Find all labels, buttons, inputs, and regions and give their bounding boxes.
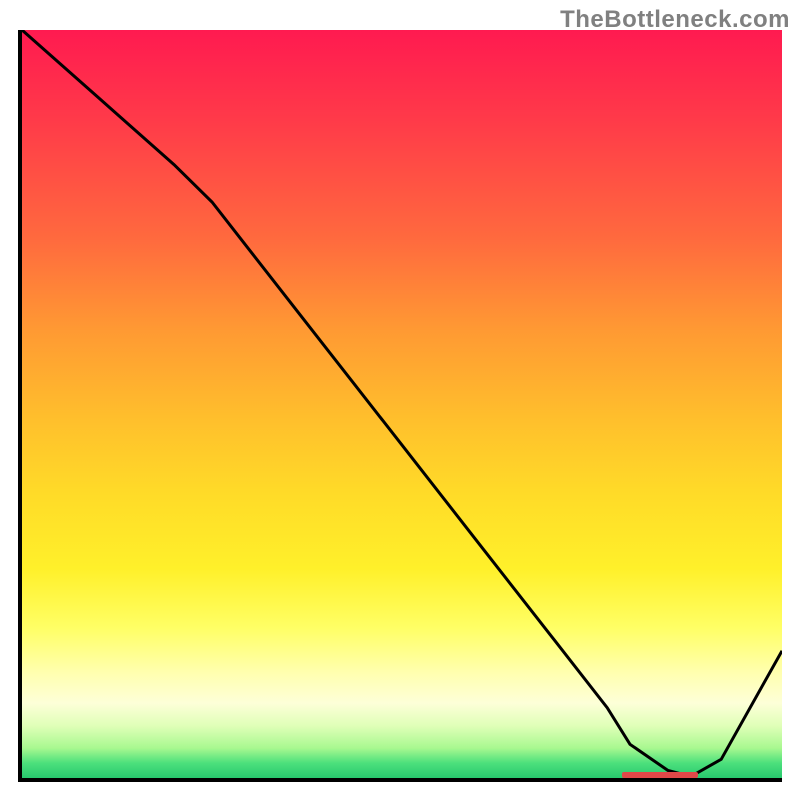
bottleneck-curve (22, 30, 782, 777)
minimum-marker (622, 772, 698, 778)
chart-container: TheBottleneck.com (0, 0, 800, 800)
curve-layer (22, 30, 782, 778)
plot-area (18, 30, 782, 782)
